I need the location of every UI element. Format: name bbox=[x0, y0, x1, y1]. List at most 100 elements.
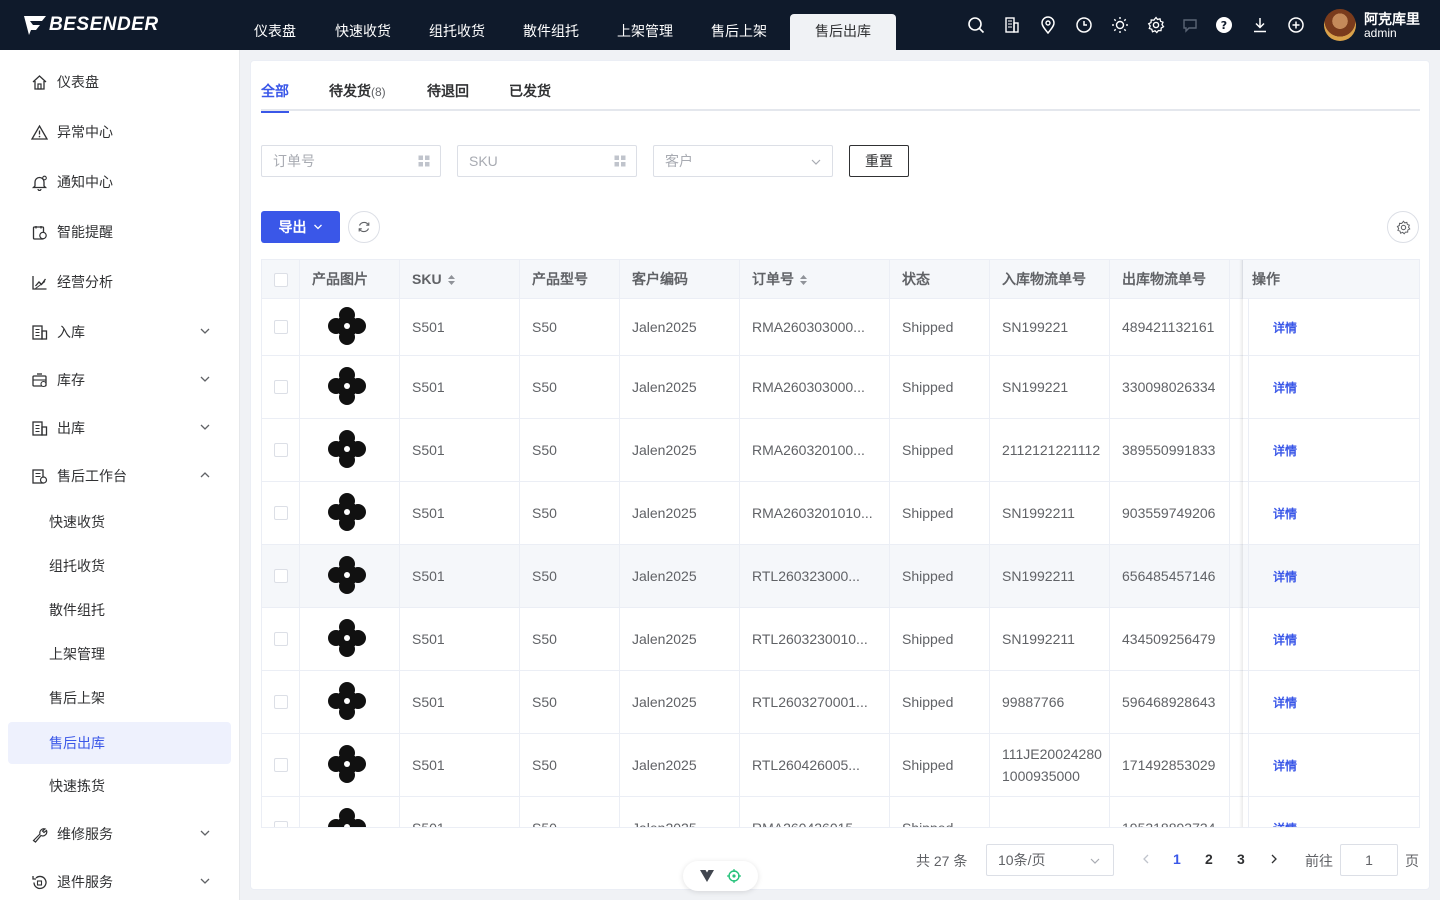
order-number-field[interactable] bbox=[261, 145, 441, 177]
row-checkbox[interactable] bbox=[274, 380, 288, 394]
row-checkbox[interactable] bbox=[274, 506, 288, 520]
goto-page-input[interactable]: 1 bbox=[1340, 844, 1398, 876]
sku-field[interactable] bbox=[457, 145, 637, 177]
row-checkbox[interactable] bbox=[274, 821, 288, 827]
details-link[interactable]: 详情 bbox=[1273, 694, 1297, 711]
tab-all[interactable]: 全部 bbox=[261, 81, 289, 113]
details-link[interactable]: 详情 bbox=[1273, 757, 1297, 774]
row-select-cell[interactable] bbox=[262, 734, 300, 796]
gear-icon[interactable] bbox=[1146, 15, 1166, 35]
details-link[interactable]: 详情 bbox=[1273, 631, 1297, 648]
select-all-cell[interactable] bbox=[262, 260, 300, 299]
row-select-cell[interactable] bbox=[262, 482, 300, 544]
next-page-icon[interactable] bbox=[1269, 853, 1279, 865]
reset-button[interactable]: 重置 bbox=[849, 145, 909, 177]
sidebar-sub-shelving[interactable]: 上架管理 bbox=[8, 633, 231, 675]
sidebar-item-repair[interactable]: 维修服务 bbox=[8, 813, 231, 855]
help-icon[interactable]: ? bbox=[1214, 15, 1234, 35]
tab-shipped[interactable]: 已发货 bbox=[509, 81, 551, 111]
table-row[interactable]: S501 S50 Jalen2025 RMA260320100... Shipped 21… bbox=[262, 419, 1419, 482]
sidebar-sub-quick-pick[interactable]: 快速拣货 bbox=[8, 765, 231, 807]
row-checkbox[interactable] bbox=[274, 320, 288, 334]
sidebar-item-analysis[interactable]: 经营分析 bbox=[8, 261, 231, 303]
target-icon[interactable] bbox=[727, 869, 742, 883]
row-checkbox[interactable] bbox=[274, 695, 288, 709]
row-checkbox[interactable] bbox=[274, 632, 288, 646]
chat-icon[interactable] bbox=[1180, 15, 1200, 35]
row-checkbox[interactable] bbox=[274, 569, 288, 583]
tab-pending-return[interactable]: 待退回 bbox=[427, 81, 469, 111]
refresh-button[interactable] bbox=[348, 211, 380, 243]
sidebar-item-smart-reminder[interactable]: 智能提醒 bbox=[8, 211, 231, 253]
sidebar-sub-aftersale-outbound[interactable]: 售后出库 bbox=[8, 722, 231, 764]
nav-tab-pallet-receive[interactable]: 组托收货 bbox=[429, 14, 485, 50]
table-row[interactable]: S501 S50 Jalen2025 RTL2603270001... Shipped 9… bbox=[262, 671, 1419, 734]
row-select-cell[interactable] bbox=[262, 545, 300, 607]
order-number-input[interactable] bbox=[262, 146, 392, 176]
product-image[interactable] bbox=[327, 306, 367, 349]
sidebar-sub-pallet-receive[interactable]: 组托收货 bbox=[8, 545, 231, 587]
sidebar-item-inbound[interactable]: 入库 bbox=[8, 311, 231, 353]
details-link[interactable]: 详情 bbox=[1273, 568, 1297, 585]
page-1[interactable]: 1 bbox=[1173, 851, 1181, 867]
sidebar-item-returns[interactable]: 退件服务 bbox=[8, 861, 231, 900]
location-icon[interactable] bbox=[1038, 15, 1058, 35]
scan-grid-icon[interactable] bbox=[418, 155, 430, 167]
row-checkbox[interactable] bbox=[274, 758, 288, 772]
table-row[interactable]: S501 S50 Jalen2025 RTL2603230010... Shipped S… bbox=[262, 608, 1419, 671]
page-2[interactable]: 2 bbox=[1205, 851, 1213, 867]
sidebar-item-aftersale[interactable]: 售后工作台 bbox=[8, 455, 231, 497]
sidebar-item-exceptions[interactable]: 异常中心 bbox=[8, 111, 231, 153]
page-3[interactable]: 3 bbox=[1237, 851, 1245, 867]
row-select-cell[interactable] bbox=[262, 608, 300, 670]
nav-tab-aftersale-shelving[interactable]: 售后上架 bbox=[711, 14, 767, 50]
sidebar-item-notifications[interactable]: 通知中心 bbox=[8, 161, 231, 203]
nav-tab-loose-pallet[interactable]: 散件组托 bbox=[523, 14, 579, 50]
sidebar-sub-loose-pallet[interactable]: 散件组托 bbox=[8, 589, 231, 631]
product-image[interactable] bbox=[327, 555, 367, 598]
col-order-number[interactable]: 订单号 bbox=[740, 260, 890, 299]
details-link[interactable]: 详情 bbox=[1273, 505, 1297, 522]
row-select-cell[interactable] bbox=[262, 671, 300, 733]
row-select-cell[interactable] bbox=[262, 356, 300, 418]
table-row[interactable]: S501 S50 Jalen2025 RMA260303000... Shipped SN… bbox=[262, 356, 1419, 419]
select-all-checkbox[interactable] bbox=[274, 272, 288, 287]
details-link[interactable]: 详情 bbox=[1273, 442, 1297, 459]
scan-grid-icon[interactable] bbox=[614, 155, 626, 167]
search-icon[interactable] bbox=[966, 15, 986, 35]
sidebar-item-dashboard[interactable]: 仪表盘 bbox=[8, 61, 231, 103]
table-row[interactable]: S501 S50 Jalen2025 RMA260426015... Shipped 19… bbox=[262, 797, 1419, 827]
sidebar-item-inventory[interactable]: 库存 bbox=[8, 359, 231, 401]
table-row[interactable]: S501 S50 Jalen2025 RMA260303000... Shipped SN… bbox=[262, 299, 1419, 356]
customer-select[interactable] bbox=[653, 145, 833, 177]
tab-pending-ship[interactable]: 待发货(8) bbox=[329, 81, 386, 111]
brand-logo[interactable]: BESENDER bbox=[22, 13, 159, 37]
sun-icon[interactable] bbox=[1110, 15, 1130, 35]
sidebar-sub-aftersale-shelving[interactable]: 售后上架 bbox=[8, 677, 231, 719]
vue-devtools-icon[interactable] bbox=[699, 870, 714, 882]
row-checkbox[interactable] bbox=[274, 443, 288, 457]
product-image[interactable] bbox=[327, 744, 367, 787]
nav-tab-shelving[interactable]: 上架管理 bbox=[617, 14, 673, 50]
avatar[interactable] bbox=[1324, 9, 1356, 41]
details-link[interactable]: 详情 bbox=[1273, 379, 1297, 396]
row-select-cell[interactable] bbox=[262, 419, 300, 481]
row-select-cell[interactable] bbox=[262, 797, 300, 827]
table-row[interactable]: S501 S50 Jalen2025 RTL260426005... Shipped 11… bbox=[262, 734, 1419, 797]
column-settings-button[interactable] bbox=[1387, 211, 1419, 243]
product-image[interactable] bbox=[327, 807, 367, 827]
sort-icon[interactable] bbox=[799, 274, 808, 286]
export-button[interactable]: 导出 bbox=[261, 211, 340, 243]
row-select-cell[interactable] bbox=[262, 299, 300, 355]
sort-icon[interactable] bbox=[447, 274, 456, 286]
product-image[interactable] bbox=[327, 618, 367, 661]
nav-tab-quick-receive[interactable]: 快速收货 bbox=[335, 14, 391, 50]
customer-input[interactable] bbox=[654, 146, 784, 176]
nav-tab-dashboard[interactable]: 仪表盘 bbox=[254, 14, 296, 50]
building-icon[interactable] bbox=[1002, 15, 1022, 35]
nav-tab-aftersale-outbound[interactable]: 售后出库× bbox=[790, 14, 896, 73]
col-sku[interactable]: SKU bbox=[400, 260, 520, 299]
sidebar-item-outbound[interactable]: 出库 bbox=[8, 407, 231, 449]
product-image[interactable] bbox=[327, 366, 367, 409]
sku-input[interactable] bbox=[458, 146, 588, 176]
